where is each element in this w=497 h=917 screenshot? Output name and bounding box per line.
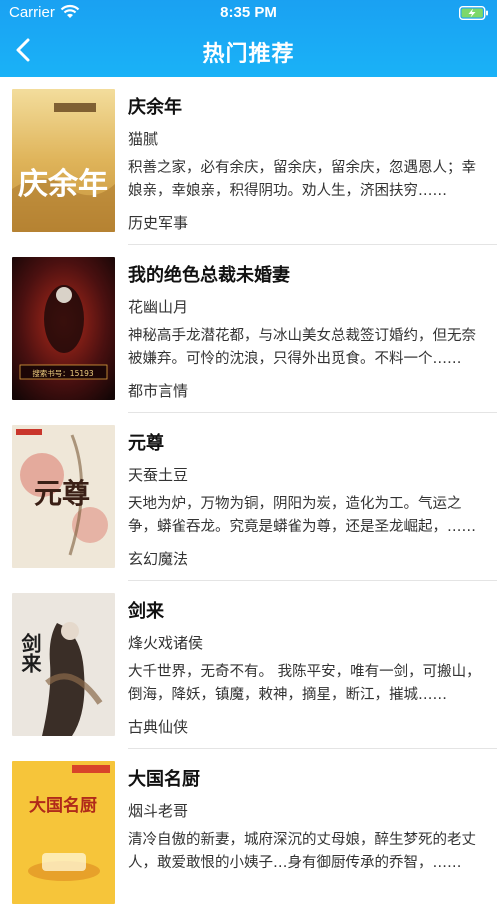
book-item[interactable]: 大国名厨 大国名厨 烟斗老哥 清冷自傲的新妻，城府深沉的丈母娘，醉生梦死的老丈人… (0, 749, 497, 917)
book-cover: 庆余年 (12, 89, 115, 232)
book-cover: 剑来 (12, 593, 115, 736)
clock-label: 8:35 PM (220, 4, 277, 21)
book-description: 积善之家，必有余庆，留余庆，留余庆，忽遇恩人；幸娘亲，幸娘亲，积得阴功。劝人生，… (128, 160, 476, 199)
book-genre: 历史军事 (128, 214, 189, 232)
book-genre: 古典仙侠 (128, 718, 189, 736)
book-cover: 元尊 (12, 425, 115, 568)
book-title: 我的绝色总裁未婚妻 (128, 265, 290, 286)
book-title: 元尊 (128, 433, 164, 454)
book-description: 清冷自傲的新妻，城府深沉的丈母娘，醉生梦死的老丈人，敢爱敢恨的小姨子…身有御厨传… (128, 832, 476, 871)
battery-charging-icon (459, 6, 488, 20)
book-cover: 搜索书号：15193 (12, 257, 115, 400)
book-author: 烟斗老哥 (128, 802, 189, 820)
navigation-bar: Carrier 8:35 PM 热门推荐 (0, 0, 497, 77)
book-title: 庆余年 (128, 97, 182, 118)
book-description: 神秘高手龙潜花都，与冰山美女总裁签订婚约，但无奈被嫌弃。可怜的沈浪，只得外出觅食… (128, 328, 476, 367)
status-bar: Carrier 8:35 PM (0, 0, 497, 26)
cover-title-text: 搜索书号：15193 (32, 368, 94, 378)
book-list: 庆余年 庆余年 猫腻 积善之家，必有余庆，留余庆，留余庆，忽遇恩人；幸娘亲，幸娘… (0, 77, 497, 917)
cover-title-text: 元尊 (34, 477, 90, 510)
book-title: 大国名厨 (128, 769, 200, 790)
book-description: 天地为炉，万物为铜，阴阳为炭，造化为工。气运之争，蟒雀吞龙。究竟是蟒雀为尊，还是… (128, 496, 476, 535)
cover-title-text: 大国名厨 (29, 795, 97, 816)
book-item[interactable]: 元尊 元尊 天蚕土豆 天地为炉，万物为铜，阴阳为炭，造化为工。气运之争，蟒雀吞龙… (0, 413, 497, 581)
book-item[interactable]: 搜索书号：15193 我的绝色总裁未婚妻 花幽山月 神秘高手龙潜花都，与冰山美女… (0, 245, 497, 413)
book-genre: 都市言情 (128, 382, 189, 400)
book-author: 天蚕土豆 (128, 466, 189, 484)
cover-title-text: 剑来 (18, 632, 42, 673)
page-title: 热门推荐 (202, 42, 295, 67)
book-item[interactable]: 庆余年 庆余年 猫腻 积善之家，必有余庆，留余庆，留余庆，忽遇恩人；幸娘亲，幸娘… (0, 77, 497, 245)
book-genre: 玄幻魔法 (128, 550, 189, 568)
book-item[interactable]: 剑来 剑来 烽火戏诸侯 大千世界，无奇不有。 我陈平安，唯有一剑，可搬山，倒海，… (0, 581, 497, 749)
book-author: 猫腻 (128, 130, 159, 148)
book-title: 剑来 (128, 601, 164, 622)
book-author: 花幽山月 (128, 298, 189, 316)
book-author: 烽火戏诸侯 (128, 634, 204, 652)
cover-title-text: 庆余年 (18, 167, 108, 202)
book-description: 大千世界，无奇不有。 我陈平安，唯有一剑，可搬山，倒海，降妖，镇魔，敕神，摘星，… (128, 664, 481, 703)
